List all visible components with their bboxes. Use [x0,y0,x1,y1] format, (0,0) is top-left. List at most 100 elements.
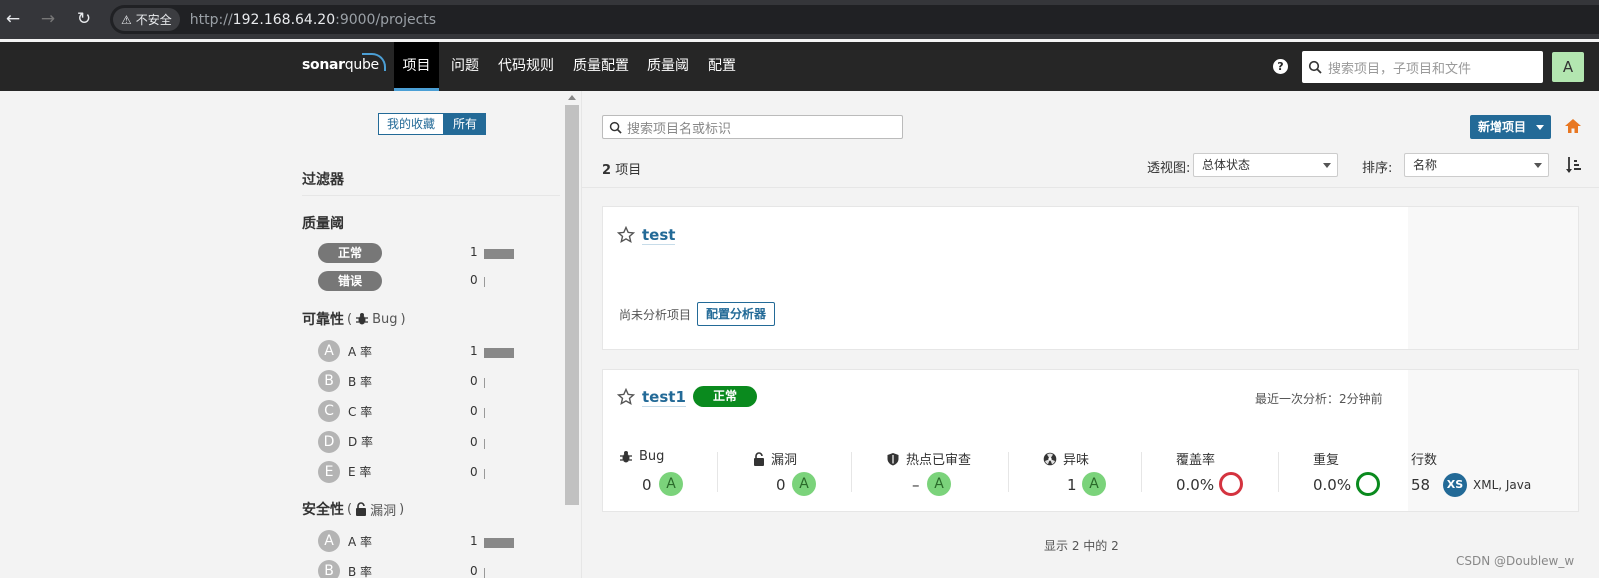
rating-badge: A [792,472,816,496]
sort-order-icon[interactable] [1566,156,1582,174]
measure-hotspots-text: 热点已审查 [906,453,972,468]
chevron-down-icon [1323,163,1331,168]
facet-rating-e[interactable]: EE 率 [318,460,371,484]
address-bar[interactable]: ⚠ 不安全 http://192.168.64.20:9000/projects [110,5,1599,34]
facet-count: 1 [470,245,478,259]
global-search-input[interactable]: 搜索项目，子项目和文件 [1302,51,1543,83]
measure-duplications-text: 重复 [1313,453,1340,468]
facet-rating-a[interactable]: AA 率 [318,339,372,363]
facet-security-label: 安全性 [302,502,344,518]
facet-rating-c[interactable]: CC 率 [318,399,372,423]
url-scheme: http:// [189,11,233,28]
facet-reliability-sub: ( Bug ) [347,311,406,327]
sort-label: 排序: [1362,161,1393,176]
rating-label: A 率 [348,534,373,549]
coverage-ring-icon [1219,472,1243,496]
measure-lines-value[interactable]: 58 [1411,476,1430,494]
facet-bar [484,249,514,259]
rating-label: E 率 [348,465,372,480]
url-text[interactable]: http://192.168.64.20:9000/projects [190,12,436,28]
measure-vulnerabilities-value[interactable]: 0 [776,476,786,494]
browser-toolbar: ← → ↻ ⚠ 不安全 http://192.168.64.20:9000/pr… [0,0,1599,39]
sort-select[interactable]: 名称 [1404,153,1549,177]
nav-item-projects[interactable]: 项目 [394,42,439,91]
configure-analysis-button[interactable]: 配置分析器 [697,302,776,326]
project-name-link[interactable]: test [642,226,676,245]
measure-duplications-value[interactable]: 0.0% [1313,476,1351,494]
forward-icon[interactable]: → [37,8,59,30]
projects-count-number: 2 [602,163,612,178]
size-rating-badge: XS [1443,473,1467,497]
divider [1008,452,1009,492]
facet-reliability-sub-label: Bug [372,311,398,327]
perspective-select[interactable]: 总体状态 [1193,153,1338,177]
shield-icon [887,452,899,465]
home-icon[interactable] [1564,118,1582,134]
new-project-button[interactable]: 新增项目 [1470,115,1551,139]
rating-label: C 率 [348,404,373,419]
measure-bugs-value[interactable]: 0 [642,476,652,494]
project-card: test 尚未分析项目 配置分析器 [602,206,1579,350]
measure-coverage-label: 覆盖率 [1176,449,1215,468]
project-name-link[interactable]: test1 [642,388,686,407]
insecure-chip[interactable]: ⚠ 不安全 [113,8,180,31]
avatar[interactable]: A [1552,52,1584,82]
toggle-all[interactable]: 所有 [444,113,487,135]
facet-security-title: 安全性 ( 漏洞 ) [302,499,404,519]
facet-quality-gate-passed[interactable]: 正常 [318,243,382,263]
rating-circle: A [318,530,340,552]
toggle-favorites[interactable]: 我的收藏 [378,113,445,135]
nav-item-quality-gates[interactable]: 质量阈 [647,42,689,91]
facet-rating-b[interactable]: BB 率 [318,559,372,578]
rating-badge: A [927,472,951,496]
facet-rating-a[interactable]: AA 率 [318,529,372,553]
facet-bar [484,538,514,548]
back-icon[interactable]: ← [2,8,24,30]
facet-reliability-label: 可靠性 [302,312,344,328]
star-icon[interactable] [617,226,635,244]
rating-circle: B [318,370,340,393]
reload-icon[interactable]: ↻ [73,8,95,30]
measure-code-smells-value[interactable]: 1 [1067,476,1077,494]
nav-item-issues[interactable]: 问题 [451,42,479,91]
url-host: 192.168.64.20 [232,11,336,28]
facet-rating-d[interactable]: DD 率 [318,430,373,454]
warning-icon: ⚠ [121,12,132,27]
logo-wave-icon [362,53,386,71]
watermark: CSDN @Doublew_w [1456,554,1575,568]
measure-hotspots-label: 热点已审查 [886,449,971,468]
lock-icon [356,502,367,516]
measure-lines-label: 行数 [1411,449,1437,468]
sort-value: 名称 [1413,158,1438,172]
lock-icon [754,451,764,466]
facet-reliability-title: 可靠性 ( Bug ) [302,309,406,329]
facet-count: 0 [470,564,478,578]
measure-hotspots-value[interactable]: – [912,476,920,494]
nav-item-administration[interactable]: 配置 [708,42,736,91]
help-icon[interactable]: ? [1273,59,1288,74]
sidebar-scrollbar[interactable] [565,105,579,505]
bug-icon [356,313,369,325]
measure-code-smells-text: 异味 [1063,453,1090,468]
logo-bold: sonar [302,57,345,73]
facet-security-sub: ( 漏洞 ) [347,501,405,519]
divider [302,195,560,196]
pagination-text: 显示 2 中的 2 [1044,539,1119,553]
url-path: :9000/projects [335,11,437,28]
facet-bar [484,568,485,578]
projects-count-label: 项目 [615,163,642,178]
project-search-input[interactable]: 搜索项目名或标识 [602,115,903,139]
radiation-icon [1043,452,1057,465]
chevron-down-icon [1534,163,1542,168]
nav-item-rules[interactable]: 代码规则 [498,42,554,91]
measure-coverage-value[interactable]: 0.0% [1176,476,1214,494]
rating-badge: A [659,472,683,496]
star-icon[interactable] [617,388,635,406]
facet-rating-b[interactable]: BB 率 [318,369,372,393]
measure-vulnerabilities-label: 漏洞 [753,449,797,468]
measure-vulnerabilities-text: 漏洞 [771,453,798,468]
nav-item-quality-profiles[interactable]: 质量配置 [573,42,629,91]
search-icon [609,121,622,134]
facet-quality-gate-failed[interactable]: 错误 [318,271,382,291]
scroll-up-arrow-icon[interactable] [568,95,576,100]
